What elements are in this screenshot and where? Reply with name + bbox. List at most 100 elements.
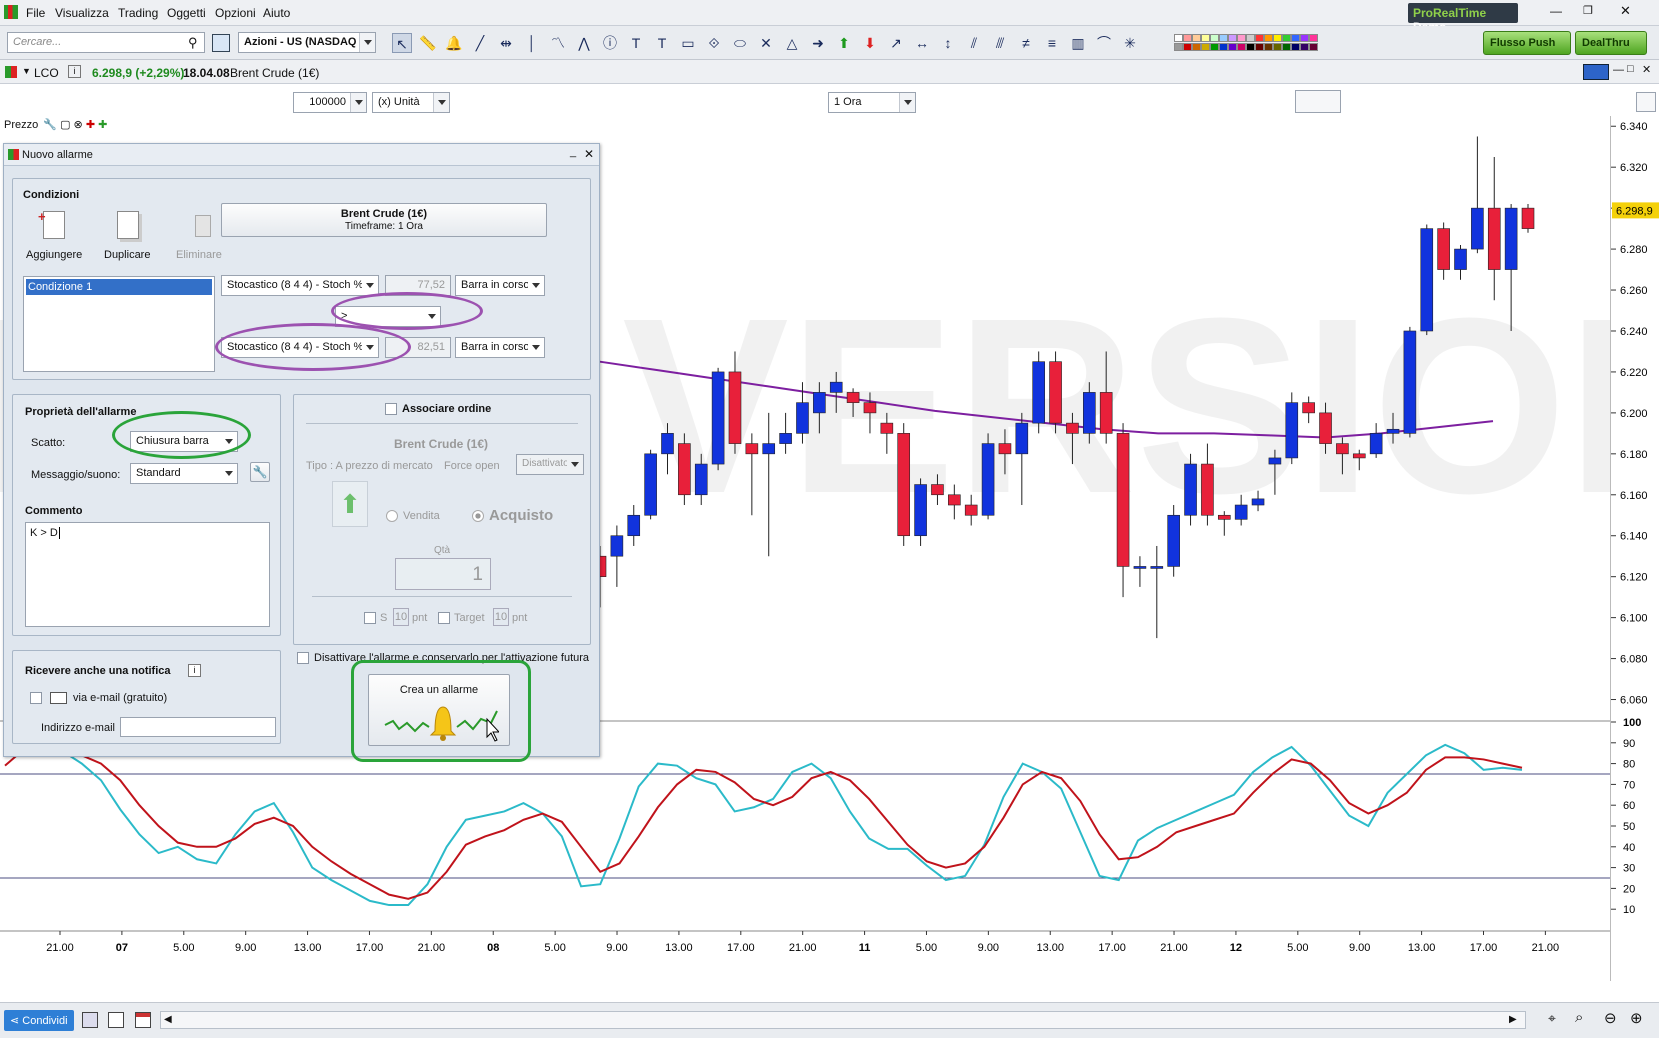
color-swatch[interactable] bbox=[1273, 34, 1282, 42]
range-horizontal-icon[interactable]: ↔ bbox=[912, 33, 932, 53]
duplicate-condition-button[interactable]: Duplicare bbox=[99, 209, 159, 265]
instrument-symbol[interactable]: LCO bbox=[34, 66, 59, 80]
color-swatch[interactable] bbox=[1291, 34, 1300, 42]
horizontal-scrollbar[interactable]: ◀ ▶ bbox=[160, 1011, 1526, 1029]
price-axis[interactable]: 6.3406.3206.3006.2806.2606.2406.2206.200… bbox=[1610, 116, 1659, 981]
color-swatch[interactable] bbox=[1174, 43, 1183, 51]
color-swatch[interactable] bbox=[1174, 34, 1183, 42]
add-chart-icon[interactable]: ⌖ bbox=[1548, 1010, 1556, 1027]
comment-textarea[interactable]: K > D bbox=[25, 522, 270, 627]
color-swatch[interactable] bbox=[1309, 43, 1318, 51]
maximize-icon[interactable]: □ bbox=[1627, 63, 1634, 75]
cross-icon[interactable]: ✕ bbox=[756, 33, 776, 53]
chevron-down-icon[interactable] bbox=[362, 276, 378, 295]
dealthru-button[interactable]: DealThru bbox=[1575, 31, 1647, 55]
email-checkbox[interactable] bbox=[30, 692, 42, 704]
rectangle-icon[interactable]: ▭ bbox=[678, 33, 698, 53]
minimize-icon[interactable]: — bbox=[1613, 64, 1624, 76]
color-swatch[interactable] bbox=[1192, 43, 1201, 51]
associate-order-checkbox[interactable] bbox=[385, 403, 397, 415]
arrow-right-icon[interactable]: ➜ bbox=[808, 33, 828, 53]
fan-icon[interactable]: ⫽ bbox=[964, 33, 984, 53]
close-icon[interactable]: ✕ bbox=[584, 147, 594, 161]
text-icon[interactable]: T bbox=[626, 33, 646, 53]
strategy-icon[interactable] bbox=[82, 1012, 98, 1028]
flusso-push-button[interactable]: Flusso Push bbox=[1483, 31, 1571, 55]
color-swatch[interactable] bbox=[1201, 34, 1210, 42]
vertical-line-icon[interactable]: │ bbox=[522, 33, 542, 53]
color-swatch[interactable] bbox=[1183, 34, 1192, 42]
ruler-icon[interactable]: 📏 bbox=[418, 33, 438, 53]
close-icon[interactable]: ✕ bbox=[1620, 3, 1631, 19]
add-condition-button[interactable]: + Aggiungere bbox=[23, 209, 83, 265]
chevron-down-icon[interactable] bbox=[433, 93, 449, 112]
menu-file[interactable]: File bbox=[26, 6, 45, 20]
info-icon[interactable]: ⓘ bbox=[600, 33, 620, 53]
triangle-icon[interactable]: △ bbox=[782, 33, 802, 53]
color-swatch[interactable] bbox=[1309, 34, 1318, 42]
color-swatch[interactable] bbox=[1246, 43, 1255, 51]
zoom-fit-icon[interactable]: ⌕ bbox=[1575, 1009, 1583, 1026]
window-icon[interactable]: ▢ bbox=[60, 119, 70, 131]
report-icon[interactable] bbox=[108, 1012, 124, 1028]
chevron-down-icon[interactable] bbox=[221, 464, 237, 483]
list-item[interactable]: Condizione 1 bbox=[26, 279, 212, 295]
search-input[interactable]: Cercare... bbox=[7, 32, 205, 53]
unit-select[interactable]: (x) Unità bbox=[372, 92, 450, 113]
color-swatch[interactable] bbox=[1246, 34, 1255, 42]
market-select[interactable]: Azioni - US (NASDAQ bbox=[238, 32, 376, 53]
quantity-input[interactable]: 100000 bbox=[293, 92, 367, 113]
table-icon[interactable] bbox=[135, 1012, 151, 1028]
indicator-1-select[interactable]: Stocastico (8 4 4) - Stoch %K bbox=[221, 275, 379, 296]
info-icon[interactable]: i bbox=[188, 664, 201, 677]
color-swatch[interactable] bbox=[1237, 34, 1246, 42]
pointer-icon[interactable]: ↖ bbox=[392, 33, 412, 53]
chevron-down-icon[interactable] bbox=[359, 33, 375, 52]
star-icon[interactable]: ✳ bbox=[1120, 33, 1140, 53]
chart-style-icon[interactable] bbox=[1295, 90, 1341, 113]
range-vertical-icon[interactable]: ↕ bbox=[938, 33, 958, 53]
arc-icon[interactable]: ⌒ bbox=[1094, 33, 1114, 53]
color-swatch[interactable] bbox=[1300, 43, 1309, 51]
conditions-list[interactable]: Condizione 1 bbox=[23, 276, 215, 372]
color-swatch[interactable] bbox=[1219, 34, 1228, 42]
scroll-left-icon[interactable]: ◀ bbox=[164, 1014, 172, 1025]
color-swatch[interactable] bbox=[1255, 43, 1264, 51]
color-swatch[interactable] bbox=[1300, 34, 1309, 42]
disable-alert-checkbox[interactable] bbox=[297, 652, 309, 664]
color-swatch[interactable] bbox=[1291, 43, 1300, 51]
chevron-down-icon[interactable] bbox=[528, 276, 544, 295]
color-swatch[interactable] bbox=[1219, 43, 1228, 51]
color-swatch[interactable] bbox=[1192, 34, 1201, 42]
minimize-icon[interactable]: _ bbox=[570, 146, 576, 158]
color-swatch[interactable] bbox=[1210, 43, 1219, 51]
sound-select[interactable]: Standard bbox=[130, 463, 238, 484]
alert-bell-icon[interactable]: 🔔 bbox=[444, 33, 464, 53]
fibonacci-icon[interactable]: ≡ bbox=[1042, 33, 1062, 53]
menu-oggetti[interactable]: Oggetti bbox=[167, 6, 206, 20]
color-swatch[interactable] bbox=[1282, 43, 1291, 51]
gann-icon[interactable]: ≠ bbox=[1016, 33, 1036, 53]
close-icon[interactable]: ⊗ bbox=[74, 119, 83, 131]
bars-icon[interactable]: ▥ bbox=[1068, 33, 1088, 53]
arrow-up-icon[interactable]: ⬆ bbox=[834, 33, 854, 53]
color-swatch[interactable] bbox=[1264, 34, 1273, 42]
bar-1-select[interactable]: Barra in corso bbox=[455, 275, 545, 296]
market-explorer-icon[interactable] bbox=[212, 34, 230, 52]
minimize-icon[interactable]: — bbox=[1550, 4, 1562, 18]
diamond-icon[interactable]: ⟐ bbox=[704, 33, 724, 53]
color-swatch[interactable] bbox=[1237, 43, 1246, 51]
wrench-icon[interactable]: 🔧 bbox=[250, 462, 270, 482]
text-box-icon[interactable]: T bbox=[652, 33, 672, 53]
close-icon[interactable]: ✕ bbox=[1642, 63, 1651, 76]
zigzag-icon[interactable]: 〽 bbox=[548, 33, 568, 53]
zoom-out-icon[interactable]: ⊖ bbox=[1604, 1009, 1617, 1027]
menu-visualizza[interactable]: Visualizza bbox=[55, 6, 109, 20]
search-icon[interactable]: ⚲ bbox=[188, 35, 198, 51]
share-button[interactable]: ⋖ Condividi bbox=[4, 1010, 74, 1031]
menu-aiuto[interactable]: Aiuto bbox=[263, 6, 290, 20]
wave-icon[interactable]: ⋀ bbox=[574, 33, 594, 53]
color-swatch[interactable] bbox=[1273, 43, 1282, 51]
add-indicator-icon[interactable]: ✚ bbox=[98, 119, 107, 131]
layout-icon[interactable] bbox=[1583, 64, 1609, 80]
